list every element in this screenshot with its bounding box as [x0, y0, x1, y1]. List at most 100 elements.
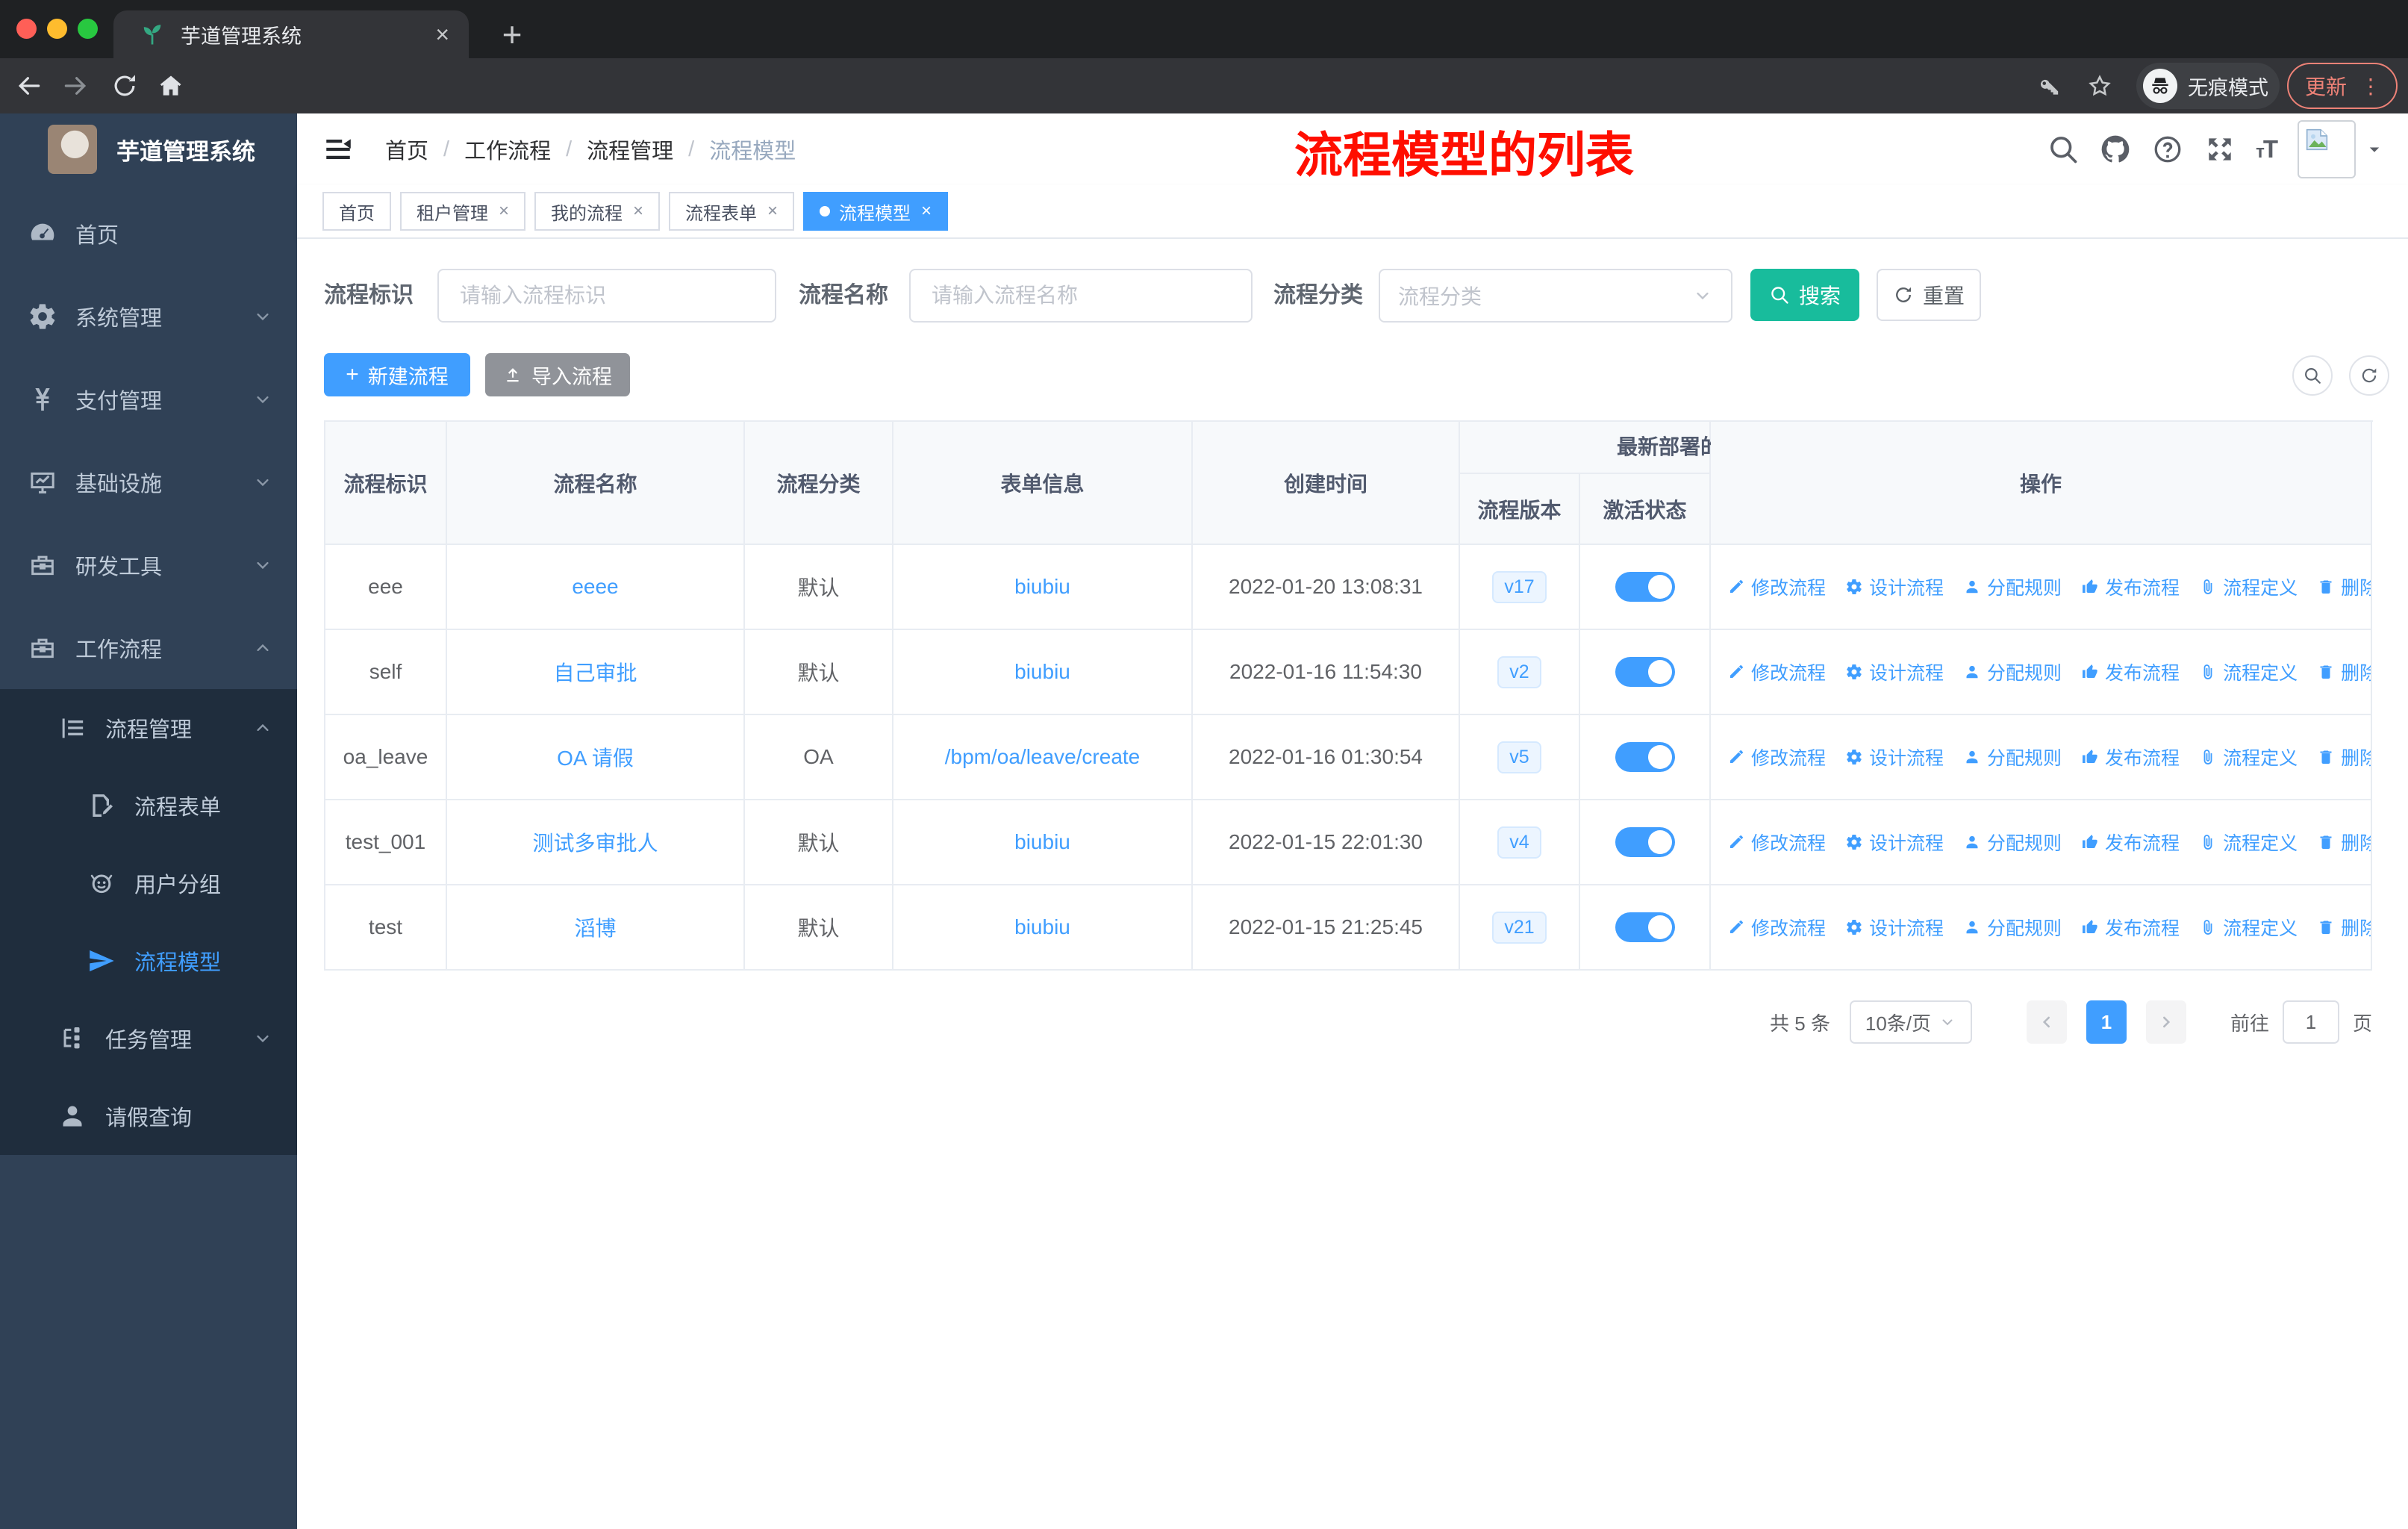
github-icon[interactable]	[2099, 133, 2132, 166]
window-zoom-button[interactable]	[78, 19, 98, 39]
prev-page-button[interactable]	[2026, 1000, 2067, 1044]
window-close-button[interactable]	[16, 19, 37, 39]
avatar[interactable]	[2298, 120, 2356, 178]
page-size-select[interactable]: 10条/页	[1849, 1000, 1972, 1044]
tagsview-tab-process-form[interactable]: 流程表单 ×	[669, 192, 795, 231]
toggle-search-button[interactable]	[2292, 355, 2333, 396]
action-design-link[interactable]: 设计流程	[1845, 914, 1944, 941]
action-publish-link[interactable]: 发布流程	[2081, 829, 2180, 856]
tagsview-tab-my-process[interactable]: 我的流程 ×	[534, 192, 661, 231]
sidebar-item-task-mgmt[interactable]: 任务管理	[0, 1000, 297, 1077]
search-icon[interactable]	[2047, 133, 2080, 166]
action-assign-link[interactable]: 分配规则	[1963, 658, 2062, 685]
action-publish-link[interactable]: 发布流程	[2081, 914, 2180, 941]
breadcrumb-workflow[interactable]: 工作流程	[464, 134, 551, 165]
action-modify-link[interactable]: 修改流程	[1727, 829, 1826, 856]
tab-close-icon[interactable]: ×	[435, 22, 449, 46]
current-page-button[interactable]: 1	[2086, 1000, 2127, 1044]
action-delete-link[interactable]: 删除	[2317, 573, 2371, 600]
browser-menu-icon[interactable]: ⋮	[2360, 74, 2381, 99]
cell-name-link[interactable]: 自己审批	[447, 630, 745, 715]
tag-close-icon[interactable]: ×	[767, 202, 778, 220]
refresh-table-button[interactable]	[2349, 355, 2389, 396]
filter-name-input[interactable]	[909, 269, 1253, 323]
cell-name-link[interactable]: OA 请假	[447, 715, 745, 800]
fullscreen-icon[interactable]	[2203, 133, 2236, 166]
sidebar-item-process-form[interactable]: 流程表单	[0, 767, 297, 844]
action-publish-link[interactable]: 发布流程	[2081, 658, 2180, 685]
sidebar-item-home[interactable]: 首页	[0, 192, 297, 275]
window-minimize-button[interactable]	[47, 19, 67, 39]
sidebar-collapse-icon[interactable]	[322, 134, 354, 165]
tag-close-icon[interactable]: ×	[921, 202, 932, 220]
action-delete-link[interactable]: 删除	[2317, 829, 2371, 856]
action-definition-link[interactable]: 流程定义	[2199, 914, 2298, 941]
sidebar-item-system[interactable]: 系统管理	[0, 275, 297, 358]
action-publish-link[interactable]: 发布流程	[2081, 573, 2180, 600]
tag-close-icon[interactable]: ×	[633, 202, 643, 220]
next-page-button[interactable]	[2145, 1000, 2186, 1044]
reload-icon[interactable]	[110, 72, 139, 100]
tag-close-icon[interactable]: ×	[499, 202, 509, 220]
browser-update-button[interactable]: 更新 ⋮	[2287, 63, 2398, 109]
new-tab-button[interactable]: +	[490, 12, 534, 57]
breadcrumb-home[interactable]: 首页	[385, 134, 428, 165]
action-definition-link[interactable]: 流程定义	[2199, 829, 2298, 856]
active-toggle[interactable]	[1615, 912, 1675, 942]
action-definition-link[interactable]: 流程定义	[2199, 573, 2298, 600]
action-assign-link[interactable]: 分配规则	[1963, 829, 2062, 856]
action-delete-link[interactable]: 删除	[2317, 744, 2371, 770]
cell-form-link[interactable]: biubiu	[893, 630, 1193, 715]
breadcrumb-process-mgmt[interactable]: 流程管理	[587, 134, 673, 165]
cell-form-link[interactable]: biubiu	[893, 885, 1193, 971]
sidebar-item-infra[interactable]: 基础设施	[0, 440, 297, 523]
active-toggle[interactable]	[1615, 742, 1675, 772]
avatar-caret-down-icon[interactable]	[2363, 138, 2386, 161]
action-design-link[interactable]: 设计流程	[1845, 658, 1944, 685]
filter-category-select[interactable]: 流程分类	[1379, 269, 1732, 323]
cell-name-link[interactable]: 测试多审批人	[447, 800, 745, 885]
action-modify-link[interactable]: 修改流程	[1727, 573, 1826, 600]
tagsview-tab-tenant[interactable]: 租户管理 ×	[400, 192, 526, 231]
action-modify-link[interactable]: 修改流程	[1727, 658, 1826, 685]
create-process-button[interactable]: + 新建流程	[324, 353, 470, 396]
action-publish-link[interactable]: 发布流程	[2081, 744, 2180, 770]
tagsview-tab-home[interactable]: 首页	[322, 192, 391, 231]
import-process-button[interactable]: 导入流程	[485, 353, 630, 396]
font-size-icon[interactable]: тT	[2256, 135, 2278, 164]
sidebar-item-user-group[interactable]: 用户分组	[0, 844, 297, 922]
active-toggle[interactable]	[1615, 657, 1675, 687]
action-delete-link[interactable]: 删除	[2317, 914, 2371, 941]
cell-name-link[interactable]: eeee	[447, 545, 745, 630]
sidebar-item-devtool[interactable]: 研发工具	[0, 523, 297, 606]
action-assign-link[interactable]: 分配规则	[1963, 573, 2062, 600]
key-icon[interactable]	[2035, 73, 2060, 99]
sidebar-item-workflow[interactable]: 工作流程	[0, 606, 297, 689]
cell-form-link[interactable]: biubiu	[893, 800, 1193, 885]
action-assign-link[interactable]: 分配规则	[1963, 744, 2062, 770]
help-icon[interactable]	[2151, 133, 2184, 166]
action-modify-link[interactable]: 修改流程	[1727, 914, 1826, 941]
sidebar-item-process-model[interactable]: 流程模型	[0, 922, 297, 1000]
action-modify-link[interactable]: 修改流程	[1727, 744, 1826, 770]
active-toggle[interactable]	[1615, 572, 1675, 602]
action-definition-link[interactable]: 流程定义	[2199, 658, 2298, 685]
action-delete-link[interactable]: 删除	[2317, 658, 2371, 685]
sidebar-item-pay[interactable]: 支付管理	[0, 358, 297, 440]
forward-icon[interactable]	[61, 72, 90, 100]
action-definition-link[interactable]: 流程定义	[2199, 744, 2298, 770]
back-icon[interactable]	[15, 72, 43, 100]
sidebar-item-process-mgmt[interactable]: 流程管理	[0, 689, 297, 767]
cell-name-link[interactable]: 滔博	[447, 885, 745, 971]
action-design-link[interactable]: 设计流程	[1845, 829, 1944, 856]
search-button[interactable]: 搜索	[1750, 269, 1859, 321]
cell-form-link[interactable]: biubiu	[893, 545, 1193, 630]
goto-page-input[interactable]	[2282, 1000, 2339, 1044]
home-icon[interactable]	[157, 72, 185, 100]
action-assign-link[interactable]: 分配规则	[1963, 914, 2062, 941]
filter-key-input[interactable]	[437, 269, 776, 323]
cell-form-link[interactable]: /bpm/oa/leave/create	[893, 715, 1193, 800]
reset-button[interactable]: 重置	[1877, 269, 1981, 321]
action-design-link[interactable]: 设计流程	[1845, 573, 1944, 600]
bookmark-star-icon[interactable]	[2087, 73, 2112, 99]
